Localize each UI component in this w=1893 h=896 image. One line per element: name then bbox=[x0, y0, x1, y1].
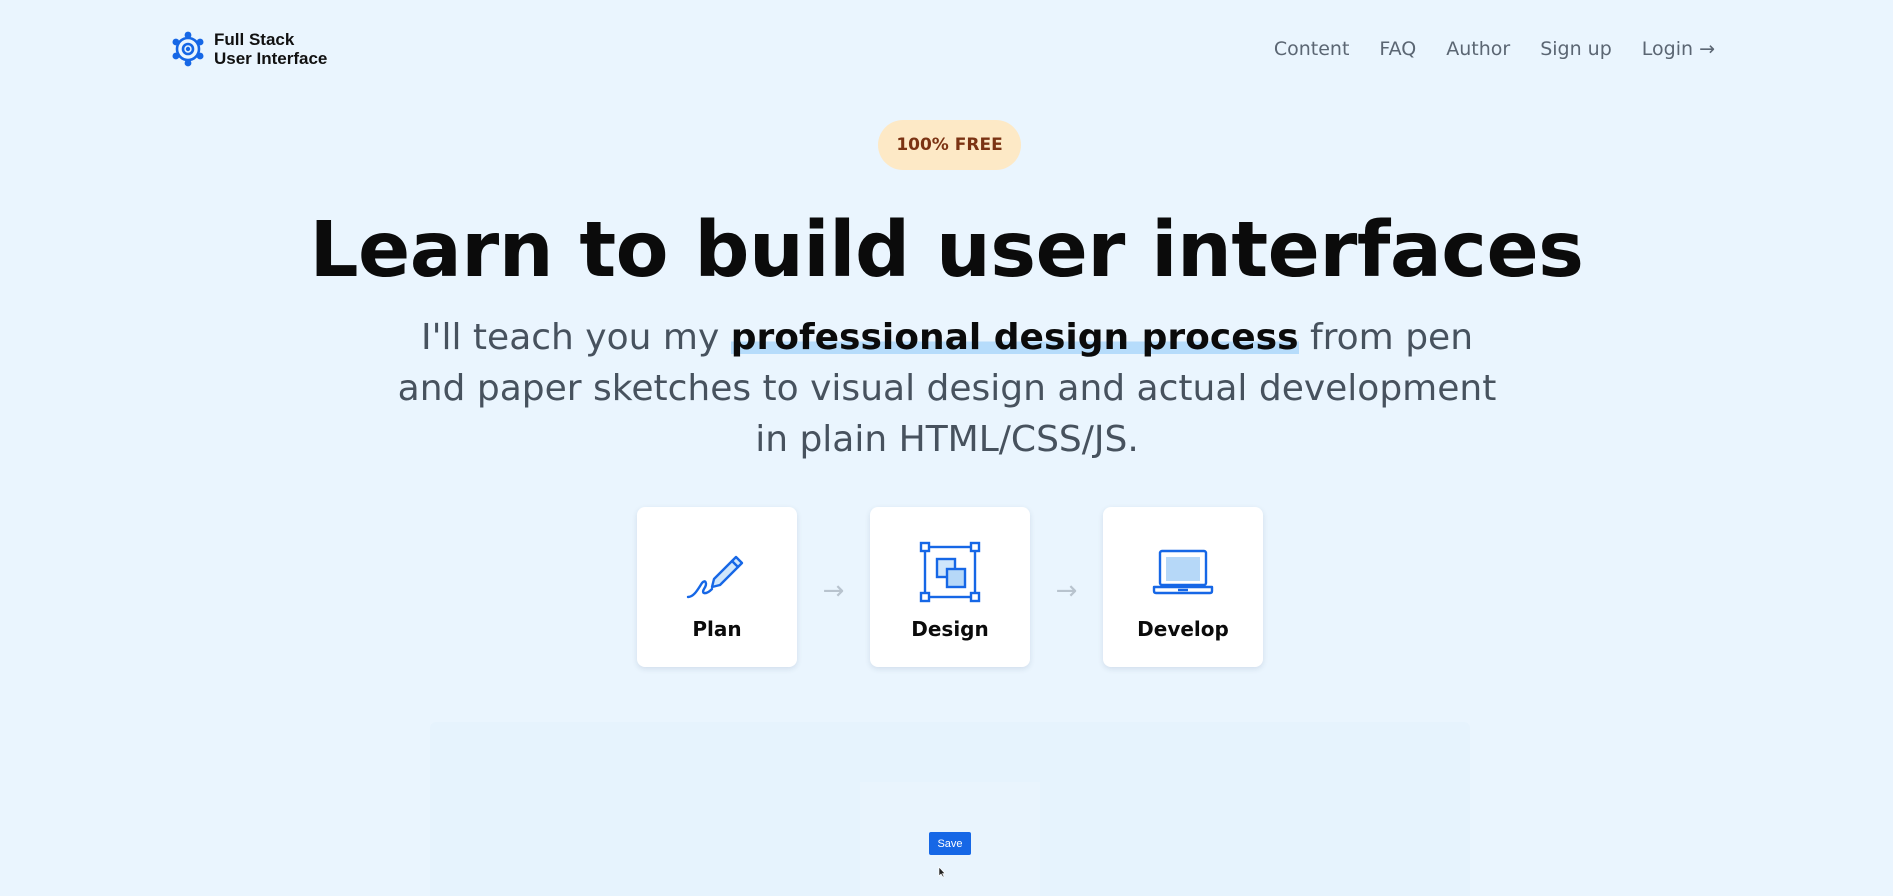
save-button[interactable]: Save bbox=[929, 832, 971, 855]
logo-link[interactable]: Full Stack User Interface bbox=[170, 30, 327, 68]
pen-icon bbox=[686, 555, 744, 599]
nav-link-author[interactable]: Author bbox=[1446, 38, 1510, 60]
page-title: Learn to build user interfaces bbox=[309, 206, 1584, 295]
subheading-intro: I'll teach you my bbox=[420, 317, 731, 358]
step-arrow-2: → bbox=[1055, 576, 1078, 606]
step-label-plan: Plan bbox=[692, 617, 742, 641]
process-steps: Plan → Design → Develop bbox=[637, 503, 1263, 671]
step-card-design: Design bbox=[870, 507, 1030, 667]
step-card-plan: Plan bbox=[637, 507, 797, 667]
free-badge: 100% FREE bbox=[878, 120, 1021, 170]
nav-link-content[interactable]: Content bbox=[1274, 38, 1350, 60]
step-arrow-1: → bbox=[822, 576, 845, 606]
nav-link-faq[interactable]: FAQ bbox=[1379, 38, 1416, 60]
gear-logo-icon bbox=[172, 31, 204, 67]
nav-link-sign-up[interactable]: Sign up bbox=[1540, 38, 1612, 60]
step-label-design: Design bbox=[911, 617, 989, 641]
mouse-cursor-icon bbox=[938, 866, 946, 878]
laptop-icon bbox=[1152, 549, 1214, 595]
design-frame-icon bbox=[919, 541, 981, 603]
logo-text: Full Stack User Interface bbox=[214, 30, 327, 68]
subheading-highlight: professional design process bbox=[730, 317, 1299, 358]
main-nav: Content FAQ Author Sign up Login → bbox=[1274, 38, 1715, 60]
step-card-develop: Develop bbox=[1103, 507, 1263, 667]
logo-line-1: Full Stack bbox=[214, 30, 295, 49]
nav-link-login[interactable]: Login → bbox=[1642, 38, 1715, 60]
step-label-develop: Develop bbox=[1137, 617, 1229, 641]
hero-subheading: I'll teach you my professional design pr… bbox=[396, 312, 1498, 465]
site-header: Full Stack User Interface Content FAQ Au… bbox=[0, 0, 1893, 100]
demo-preview-panel bbox=[430, 722, 1470, 896]
logo-line-2: User Interface bbox=[214, 49, 328, 68]
